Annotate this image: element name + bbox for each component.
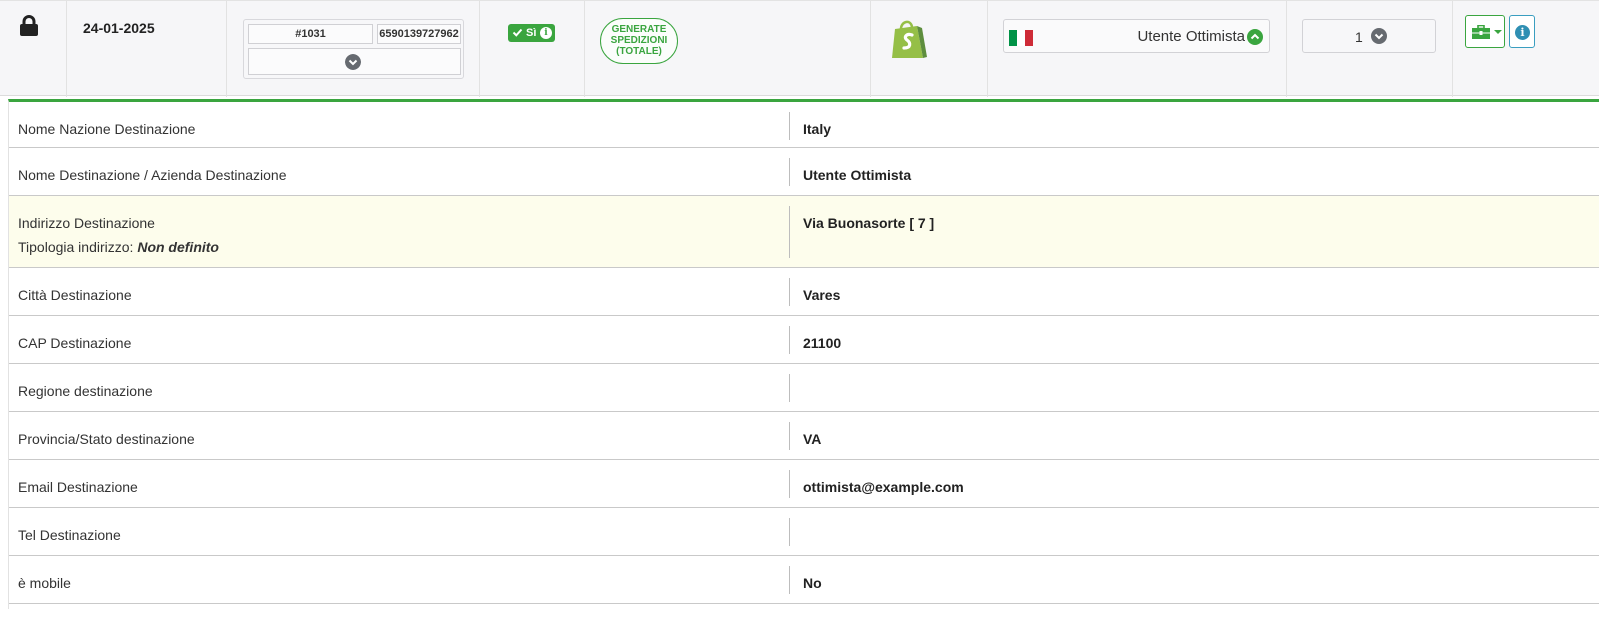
address-type: Tipologia indirizzo: Non definito bbox=[18, 239, 219, 255]
tools-dropdown-button[interactable] bbox=[1465, 15, 1505, 48]
detail-row-nome: Nome Destinazione / Azienda Destinazione… bbox=[9, 148, 1599, 196]
lock-icon bbox=[20, 15, 38, 36]
detail-value: ottimista@example.com bbox=[803, 479, 964, 495]
detail-label: Regione destinazione bbox=[18, 383, 153, 399]
stamp-line: (TOTALE) bbox=[616, 46, 662, 57]
order-row: 24-01-2025 #1031 6590139727962 Sì i GENE… bbox=[0, 0, 1599, 97]
detail-label: Tel Destinazione bbox=[18, 527, 121, 543]
detail-label: Indirizzo Destinazione bbox=[18, 215, 155, 231]
caret-down-icon bbox=[1494, 30, 1502, 34]
order-number: #1031 bbox=[248, 24, 373, 44]
detail-value: Italy bbox=[803, 121, 832, 137]
detail-row-tel: Tel Destinazione bbox=[9, 508, 1599, 556]
stamp-line: GENERATE bbox=[611, 24, 667, 35]
external-order-id: 6590139727962 bbox=[377, 24, 461, 44]
shipments-cell: GENERATE SPEDIZIONI (TOTALE) bbox=[585, 1, 871, 97]
detail-label: Città Destinazione bbox=[18, 287, 132, 303]
order-ids-box: #1031 6590139727962 bbox=[243, 19, 464, 79]
detail-row-regione: Regione destinazione bbox=[9, 364, 1599, 412]
detail-label: Nome Destinazione / Azienda Destinazione bbox=[18, 167, 287, 183]
quantity-value: 1 bbox=[1355, 29, 1363, 45]
customer-name: Utente Ottimista bbox=[1137, 28, 1245, 45]
info-icon: i bbox=[1515, 25, 1530, 40]
detail-row-indirizzo: Indirizzo Destinazione Tipologia indiriz… bbox=[9, 196, 1599, 268]
quantity-cell: 1 bbox=[1287, 1, 1453, 97]
customer-cell: Utente Ottimista bbox=[988, 1, 1287, 97]
detail-label: Provincia/Stato destinazione bbox=[18, 431, 195, 447]
shipments-stamp: GENERATE SPEDIZIONI (TOTALE) bbox=[600, 18, 678, 64]
status-badge[interactable]: Sì i bbox=[508, 24, 555, 42]
detail-row-cap: CAP Destinazione 21100 bbox=[9, 316, 1599, 364]
customer-dropdown[interactable]: Utente Ottimista bbox=[1003, 19, 1270, 53]
address-type-value: Non definito bbox=[137, 239, 219, 255]
detail-row-mobile: è mobile No bbox=[9, 556, 1599, 604]
status-cell: Sì i bbox=[480, 1, 585, 97]
detail-value: No bbox=[803, 575, 822, 591]
expand-ids-button[interactable] bbox=[248, 48, 461, 75]
actions-cell: i bbox=[1453, 1, 1599, 97]
detail-label: Email Destinazione bbox=[18, 479, 138, 495]
chevron-down-icon bbox=[1371, 28, 1387, 44]
detail-value: Utente Ottimista bbox=[803, 167, 912, 183]
platform-cell bbox=[871, 1, 988, 97]
chevron-up-icon bbox=[1247, 29, 1263, 45]
detail-row-nazione: Nome Nazione Destinazione Italy bbox=[9, 102, 1599, 148]
info-icon: i bbox=[540, 27, 552, 39]
detail-value: 21100 bbox=[803, 335, 842, 351]
shopify-icon bbox=[892, 20, 927, 58]
detail-row-provincia: Provincia/Stato destinazione VA bbox=[9, 412, 1599, 460]
stamp-line: SPEDIZIONI bbox=[610, 35, 668, 46]
detail-value: VA bbox=[803, 431, 822, 447]
detail-label: Nome Nazione Destinazione bbox=[18, 121, 196, 137]
destination-details-panel: Nome Nazione Destinazione Italy Nome Des… bbox=[8, 99, 1599, 609]
detail-value: Via Buonasorte [ 7 ] bbox=[803, 215, 935, 231]
chevron-down-icon bbox=[345, 54, 361, 70]
lock-cell bbox=[0, 1, 67, 97]
italy-flag-icon bbox=[1009, 30, 1033, 46]
info-button[interactable]: i bbox=[1509, 15, 1535, 48]
detail-label-group: Indirizzo Destinazione Tipologia indiriz… bbox=[18, 211, 219, 259]
status-badge-label: Sì bbox=[526, 27, 537, 39]
toolbox-icon bbox=[1472, 25, 1490, 39]
detail-row-email: Email Destinazione ottimista@example.com bbox=[9, 460, 1599, 508]
detail-row-citta: Città Destinazione Vares bbox=[9, 268, 1599, 316]
detail-label: CAP Destinazione bbox=[18, 335, 132, 351]
quantity-dropdown[interactable]: 1 bbox=[1302, 19, 1436, 53]
date-cell: 24-01-2025 bbox=[67, 1, 227, 97]
order-date: 24-01-2025 bbox=[83, 20, 155, 36]
detail-value: Vares bbox=[803, 287, 841, 303]
check-icon bbox=[512, 28, 523, 37]
detail-label: è mobile bbox=[18, 575, 71, 591]
ids-cell: #1031 6590139727962 bbox=[227, 1, 480, 97]
